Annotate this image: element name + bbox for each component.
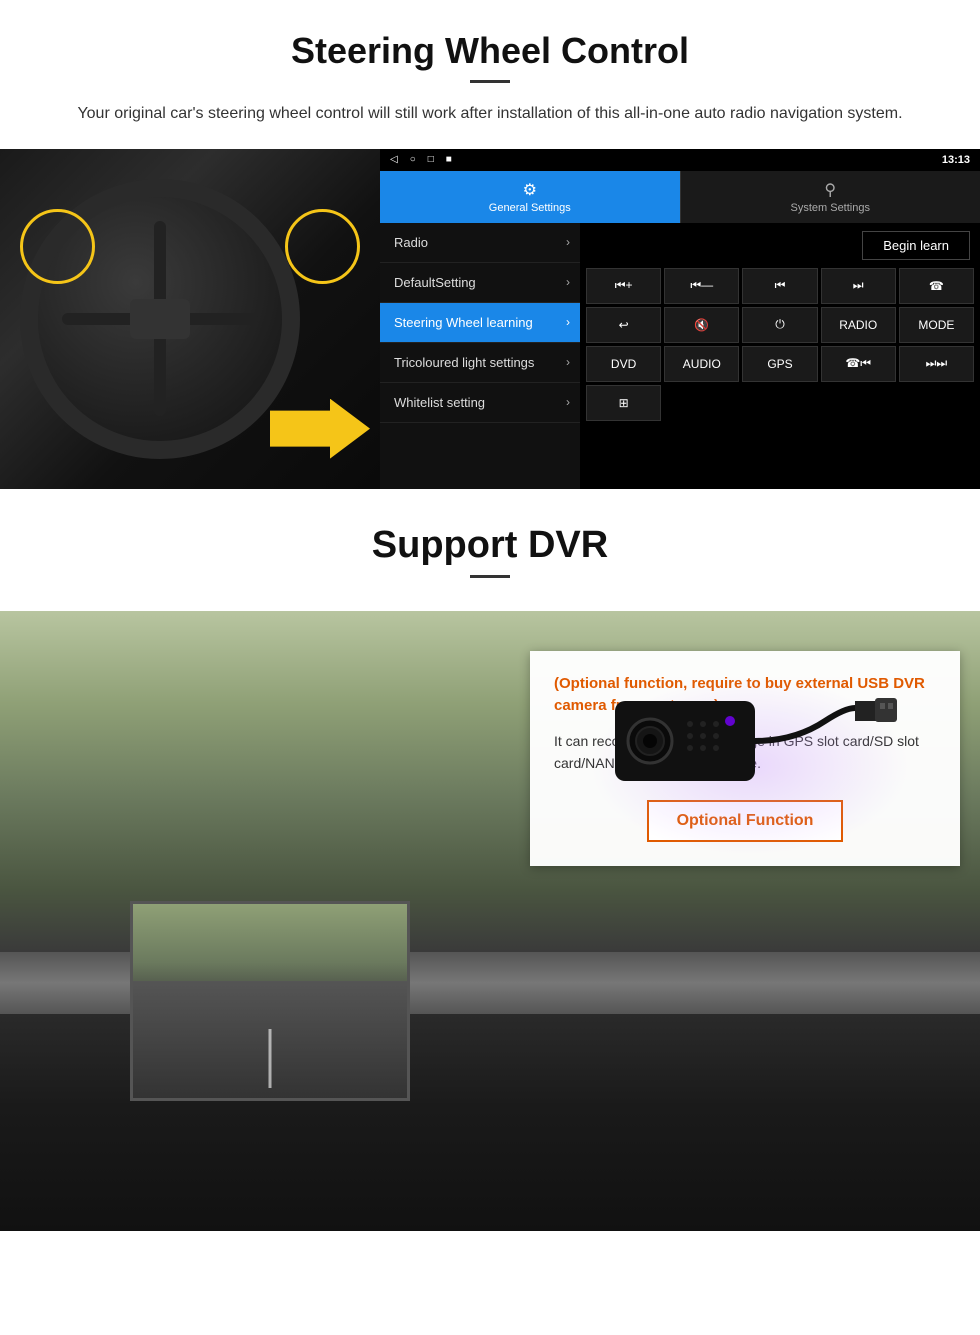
ctrl-vol-down[interactable]: ⏮—: [664, 268, 739, 304]
menu-tricoloured-label: Tricoloured light settings: [394, 355, 534, 370]
camera-inset-image: [130, 901, 410, 1101]
ctrl-call-prev[interactable]: ☎⏮: [821, 346, 896, 382]
sw-arrow: [270, 399, 370, 459]
ctrl-vol-up[interactable]: ⏮+: [586, 268, 661, 304]
sw-circle-right: [285, 209, 360, 284]
steering-wheel-section: Steering Wheel Control Your original car…: [0, 0, 980, 127]
chevron-right-icon: ›: [566, 355, 570, 369]
menu-defaultsetting-label: DefaultSetting: [394, 275, 476, 290]
sw-circle-left: [20, 209, 95, 284]
ctrl-mode[interactable]: MODE: [899, 307, 974, 343]
ctrl-power[interactable]: ⏻: [742, 307, 817, 343]
menu-whitelist-label: Whitelist setting: [394, 395, 485, 410]
chevron-right-icon: ›: [566, 395, 570, 409]
ctrl-skip-next[interactable]: ⏭⏭: [899, 346, 974, 382]
dvr-road-image: (Optional function, require to buy exter…: [0, 611, 980, 1231]
ctrl-radio[interactable]: RADIO: [821, 307, 896, 343]
android-statusbar: ◁ ○ □ ■ 13:13: [380, 149, 980, 171]
camera-inset-road-line: [269, 1029, 272, 1087]
system-icon: ⚲: [824, 180, 836, 200]
ctrl-hangup[interactable]: ↩: [586, 307, 661, 343]
title-divider: [470, 80, 510, 83]
control-button-grid: ⏮+ ⏮— ⏮ ⏭ ☎ ↩ 🔇 ⏻ RADIO MODE DVD AUDIO G…: [580, 268, 980, 427]
sw-center: [130, 299, 190, 339]
ctrl-extra[interactable]: ⊞: [586, 385, 661, 421]
home-icon: ○: [410, 154, 416, 165]
begin-learn-button[interactable]: Begin learn: [862, 231, 970, 260]
android-content: Radio › DefaultSetting › Steering Wheel …: [380, 223, 980, 489]
right-panel: Begin learn ⏮+ ⏮— ⏮ ⏭ ☎ ↩ 🔇 ⏻ RADIO MODE…: [580, 223, 980, 489]
ctrl-dvd[interactable]: DVD: [586, 346, 661, 382]
arrow-shape: [270, 399, 370, 459]
back-icon: ◁: [390, 154, 398, 165]
menu-item-steering-wheel[interactable]: Steering Wheel learning ›: [380, 303, 580, 343]
tab-general-label: General Settings: [489, 202, 571, 214]
dvr-section: Support DVR (Optional function, require …: [0, 489, 980, 1231]
tab-general-settings[interactable]: ⚙ General Settings: [380, 171, 680, 223]
begin-learn-row: Begin learn: [580, 223, 980, 268]
ctrl-gps[interactable]: GPS: [742, 346, 817, 382]
title-divider-2: [470, 575, 510, 578]
camera-inset-road: [133, 981, 407, 1097]
dvr-device: [555, 666, 895, 826]
chevron-right-icon: ›: [566, 235, 570, 249]
android-tabs: ⚙ General Settings ⚲ System Settings: [380, 171, 980, 223]
gear-icon: ⚙: [523, 180, 537, 200]
menu-panel: Radio › DefaultSetting › Steering Wheel …: [380, 223, 580, 489]
menu-item-defaultsetting[interactable]: DefaultSetting ›: [380, 263, 580, 303]
menu-item-whitelist[interactable]: Whitelist setting ›: [380, 383, 580, 423]
dvr-info-card: (Optional function, require to buy exter…: [530, 651, 960, 867]
tab-system-label: System Settings: [791, 202, 870, 214]
ctrl-mute[interactable]: 🔇: [664, 307, 739, 343]
dvr-title: Support DVR: [40, 524, 940, 567]
menu-radio-label: Radio: [394, 235, 428, 250]
ui-composite: ◁ ○ □ ■ 13:13 ⚙ General Settings ⚲ Syste…: [0, 149, 980, 489]
chevron-right-icon: ›: [566, 275, 570, 289]
status-time: 13:13: [942, 154, 970, 166]
dvr-device-area: [510, 646, 940, 846]
steering-wheel-image: [0, 149, 380, 489]
chevron-right-icon: ›: [566, 315, 570, 329]
statusbar-left: ◁ ○ □ ■: [390, 154, 452, 165]
menu-item-tricoloured[interactable]: Tricoloured light settings ›: [380, 343, 580, 383]
dvr-device-svg: [555, 666, 895, 826]
ctrl-next[interactable]: ⏭: [821, 268, 896, 304]
dvr-background: (Optional function, require to buy exter…: [0, 611, 980, 1231]
android-panel: ◁ ○ □ ■ 13:13 ⚙ General Settings ⚲ Syste…: [380, 149, 980, 489]
menu-steering-label: Steering Wheel learning: [394, 315, 533, 330]
ctrl-audio[interactable]: AUDIO: [664, 346, 739, 382]
section1-title: Steering Wheel Control: [40, 30, 940, 72]
ctrl-prev[interactable]: ⏮: [742, 268, 817, 304]
menu-item-radio[interactable]: Radio ›: [380, 223, 580, 263]
dvr-section-header: Support DVR: [0, 489, 980, 611]
media-icon: ■: [446, 154, 452, 165]
ctrl-call[interactable]: ☎: [899, 268, 974, 304]
section1-description: Your original car's steering wheel contr…: [60, 101, 920, 127]
tab-system-settings[interactable]: ⚲ System Settings: [680, 171, 980, 223]
recent-icon: □: [428, 154, 434, 165]
